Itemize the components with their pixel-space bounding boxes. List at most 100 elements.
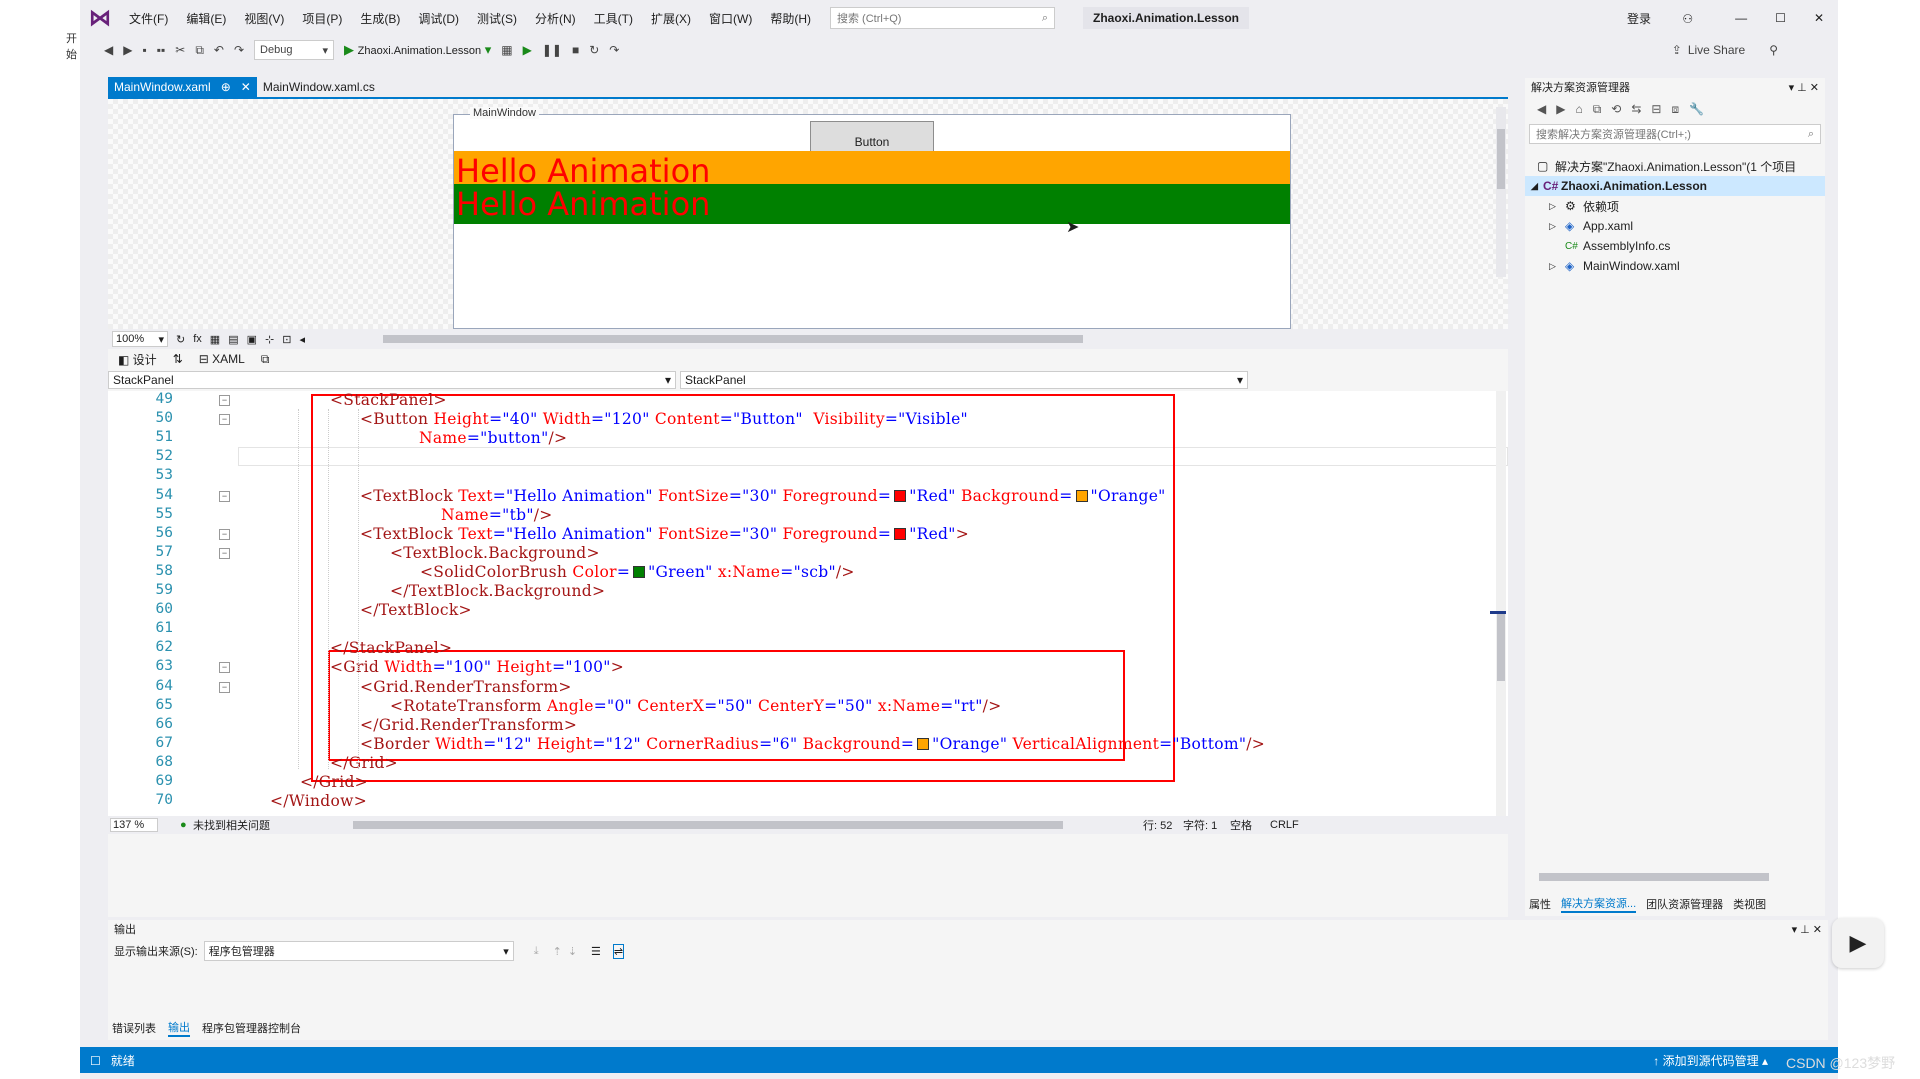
find-icon[interactable]: ⤓ (534, 945, 539, 958)
step-over-icon[interactable]: ↷ (609, 43, 619, 57)
color-swatch-icon[interactable] (633, 565, 646, 578)
column-indicator[interactable]: 字符: 1 (1183, 817, 1217, 833)
properties-icon[interactable]: 🔧 (1689, 102, 1704, 116)
menu-test[interactable]: 测试(S) (468, 10, 526, 27)
menu-tools[interactable]: 工具(T) (585, 10, 642, 27)
tree-item-project[interactable]: ◢ C# Zhaoxi.Animation.Lesson (1525, 176, 1825, 196)
maximize-button[interactable]: ☐ (1775, 11, 1786, 25)
tab-xaml[interactable]: ⊟ XAML (199, 352, 245, 366)
restart-icon[interactable]: ↻ (589, 43, 599, 57)
copy-icon[interactable]: ⧉ (195, 43, 204, 58)
build-icon[interactable]: ▦ (501, 43, 512, 57)
color-swatch-icon[interactable] (1075, 489, 1088, 502)
feedback-icon[interactable]: ⚲ (1769, 43, 1778, 57)
start-debug-button[interactable]: ▶ Zhaoxi.Animation.Lesson ▾ (344, 42, 491, 58)
scroll-thumb[interactable] (1497, 611, 1505, 681)
menu-help[interactable]: 帮助(H) (761, 10, 820, 27)
menu-build[interactable]: 生成(B) (351, 10, 409, 27)
continue-icon[interactable]: ▶ (523, 43, 532, 57)
panel-controls[interactable]: ▾ ⊥ ✕ (1789, 81, 1819, 94)
video-play-button[interactable]: ▶ (1832, 918, 1884, 968)
menu-file[interactable]: 文件(F) (120, 10, 177, 27)
redo-icon[interactable]: ↷ (234, 43, 244, 57)
editor-zoom-dropdown[interactable]: 137 % (110, 818, 158, 832)
menu-view[interactable]: 视图(V) (235, 10, 293, 27)
tree-item-assemblyinfo[interactable]: C# AssemblyInfo.cs (1525, 236, 1825, 256)
grid-small-icon[interactable]: ▤ (228, 333, 238, 346)
fold-toggle-icon[interactable]: − (219, 490, 230, 502)
tab-class-view[interactable]: 类视图 (1733, 896, 1766, 912)
expand-arrow-icon[interactable]: ▷ (1549, 221, 1565, 232)
undo-icon[interactable]: ↶ (214, 43, 224, 57)
back-icon[interactable]: ◀ (1537, 102, 1546, 116)
tab-mainwindow-xaml[interactable]: MainWindow.xaml ⊕ ✕ (108, 77, 257, 97)
designer-hscrollbar[interactable] (382, 335, 1083, 343)
back-icon[interactable]: ◀ (104, 43, 113, 57)
editor-hscrollbar[interactable] (353, 821, 1063, 829)
sync-icon[interactable]: ⇆ (1631, 102, 1641, 116)
code-editor[interactable]: 49 − 50 − 51 52 53 54 − 55 56 − 57 − 58 59 60 61 62 63 − 64 − 6… (108, 391, 1508, 816)
show-all-icon[interactable]: ⧈ (1671, 102, 1679, 117)
close-icon[interactable]: ✕ (241, 80, 251, 94)
save-all-icon[interactable]: ▪▪ (157, 43, 166, 57)
expand-arrow-icon[interactable]: ◢ (1531, 181, 1543, 192)
color-swatch-icon[interactable] (894, 527, 907, 540)
fx-icon[interactable]: fx (193, 333, 202, 345)
grid-icon[interactable]: ▦ (210, 333, 220, 346)
tree-item-app-xaml[interactable]: ▷ ◈ App.xaml (1525, 216, 1825, 236)
collapse-icon[interactable]: ⊟ (1651, 102, 1661, 116)
hello-textblock-green[interactable]: Hello Animation (454, 184, 1290, 224)
panel-controls[interactable]: ▾ ⊥ ✕ (1792, 923, 1822, 936)
fold-toggle-icon[interactable]: − (219, 414, 230, 426)
line-indicator[interactable]: 行: 52 (1143, 817, 1172, 833)
refresh-icon[interactable]: ↻ (176, 333, 185, 346)
tree-item-mainwindow-xaml[interactable]: ▷ ◈ MainWindow.xaml (1525, 256, 1825, 276)
nav-right-dropdown[interactable]: StackPanel ▾ (680, 371, 1248, 389)
designer-window-preview[interactable]: MainWindow Button Hello Animation Hello … (453, 107, 1291, 329)
next-message-icon[interactable]: ⇣ (568, 945, 577, 958)
fold-toggle-icon[interactable]: − (219, 528, 230, 540)
color-swatch-icon[interactable] (917, 737, 930, 750)
tree-item-solution[interactable]: ▢ 解决方案"Zhaoxi.Animation.Lesson"(1 个项目 (1525, 156, 1825, 176)
tree-item-dependencies[interactable]: ▷ ⚙ 依赖项 (1525, 196, 1825, 216)
forward-icon[interactable]: ▶ (1556, 102, 1565, 116)
solution-search-input[interactable]: 搜索解决方案资源管理器(Ctrl+;) ⌕ (1529, 124, 1821, 144)
scroll-left-icon[interactable]: ◂ (299, 333, 305, 346)
tab-output[interactable]: 输出 (168, 1019, 190, 1037)
tab-design[interactable]: ◧ 设计 (118, 351, 157, 368)
prev-message-icon[interactable]: ⇡ (553, 945, 562, 958)
clear-all-icon[interactable]: ☰ (591, 945, 601, 958)
whitespace-indicator[interactable]: 空格 (1230, 817, 1252, 833)
editor-vscrollbar[interactable] (1490, 391, 1506, 816)
login-button[interactable]: 登录 ⚇ (1613, 10, 1707, 27)
tab-properties[interactable]: 属性 (1529, 896, 1551, 912)
menu-debug[interactable]: 调试(D) (409, 10, 468, 27)
issues-label[interactable]: 未找到相关问题 (193, 817, 270, 833)
fit-icon[interactable]: ⊡ (282, 333, 291, 346)
artboard-icon[interactable]: ▣ (247, 333, 257, 346)
cut-icon[interactable]: ✂ (175, 43, 185, 57)
source-control-button[interactable]: ↑ 添加到源代码管理 ▴ (1653, 1052, 1768, 1069)
live-share-button[interactable]: ⇪ Live Share ⚲ (1672, 43, 1778, 57)
close-button[interactable]: ✕ (1814, 11, 1824, 25)
word-wrap-icon[interactable]: ⇌ (612, 943, 625, 959)
tree-hscrollbar[interactable] (1539, 873, 1769, 881)
menu-window[interactable]: 窗口(W) (700, 10, 761, 27)
eol-indicator[interactable]: CRLF (1270, 819, 1299, 831)
home-icon[interactable]: ⌂ (1575, 102, 1582, 116)
minimize-button[interactable]: — (1735, 11, 1747, 25)
menu-extensions[interactable]: 扩展(X) (642, 10, 700, 27)
designer-zoom-dropdown[interactable]: 100% ▾ (112, 331, 168, 347)
scroll-thumb[interactable] (1497, 129, 1505, 189)
swap-icon[interactable]: ⇅ (173, 352, 183, 366)
pause-icon[interactable]: ❚❚ (542, 43, 562, 57)
menu-project[interactable]: 项目(P) (293, 10, 351, 27)
search-input[interactable]: 搜索 (Ctrl+Q) ⌕ (830, 7, 1055, 29)
forward-icon[interactable]: ▶ (123, 43, 132, 57)
pin-icon[interactable]: ⊕ (221, 80, 231, 94)
tab-team-explorer[interactable]: 团队资源管理器 (1646, 896, 1723, 912)
menu-edit[interactable]: 编辑(E) (177, 10, 235, 27)
designer-vscrollbar[interactable] (1496, 107, 1506, 277)
fold-toggle-icon[interactable]: − (219, 662, 230, 674)
color-swatch-icon[interactable] (894, 489, 907, 502)
